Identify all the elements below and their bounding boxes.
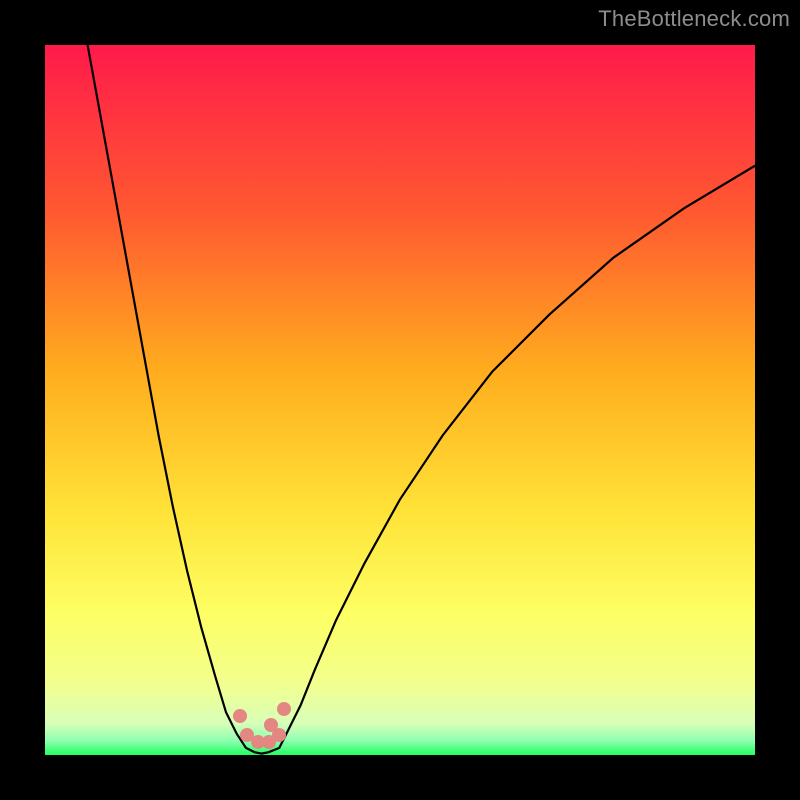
- optimum-marker: [272, 728, 286, 742]
- chart-stage: TheBottleneck.com: [0, 0, 800, 800]
- optimum-marker: [233, 709, 247, 723]
- bottleneck-curve: [45, 45, 755, 755]
- watermark-text: TheBottleneck.com: [598, 6, 790, 32]
- curve-path: [88, 45, 755, 754]
- plot-area: [45, 45, 755, 755]
- optimum-marker: [277, 702, 291, 716]
